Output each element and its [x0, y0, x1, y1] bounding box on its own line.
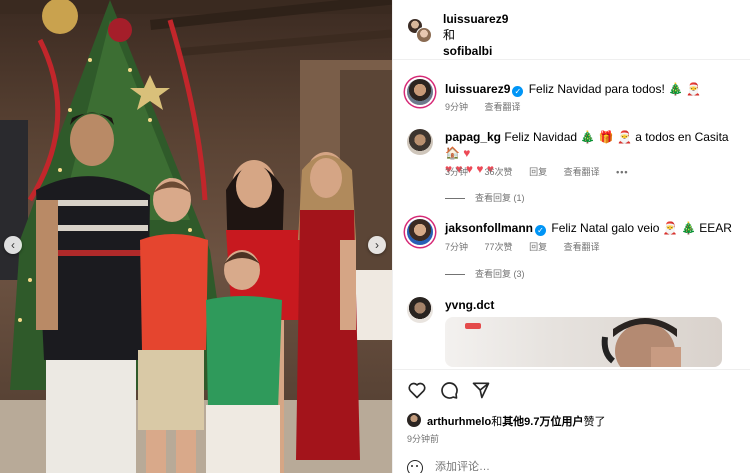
comment-time: 7分钟: [445, 242, 469, 252]
divider: [445, 274, 465, 276]
comment-input[interactable]: [435, 460, 685, 473]
add-comment-bar: [393, 460, 750, 473]
view-replies-label: 查看回复 (1): [475, 193, 525, 203]
liker-username[interactable]: arthurhmelo: [427, 416, 491, 428]
likes-joiner: 和: [491, 416, 503, 428]
heart-emoji-icon: ♥: [463, 146, 471, 160]
comment-username[interactable]: yvng.dct: [445, 298, 494, 312]
post-actions: arthurhmelo和其他9.7万位用户赞了 9分钟前: [393, 369, 750, 473]
view-replies-label: 查看回复 (3): [475, 269, 525, 279]
avatar[interactable]: [407, 219, 433, 245]
translate-button[interactable]: 查看翻译: [564, 242, 600, 252]
view-replies-button[interactable]: 查看回复 (3): [445, 267, 525, 280]
family-christmas-photo: [0, 0, 392, 473]
comment-username[interactable]: papag_kg: [445, 130, 501, 144]
avatar: [416, 27, 432, 43]
comment-text: Feliz Natal galo veio 🎅 🎄 EEAR: [551, 221, 732, 235]
translate-button[interactable]: 查看翻译: [564, 167, 600, 177]
avatar[interactable]: [407, 297, 433, 323]
previous-photo-button[interactable]: ‹: [4, 236, 22, 254]
verified-badge-icon: ✓: [535, 225, 547, 236]
collaborator-joiner: 和: [443, 28, 456, 42]
caption-username[interactable]: luissuarez9: [445, 82, 510, 96]
comment-time: 3分钟: [445, 167, 469, 177]
verified-badge-icon: ✓: [512, 86, 524, 97]
reply-button[interactable]: 回复: [529, 242, 547, 252]
avatar[interactable]: [407, 79, 433, 105]
comment-username[interactable]: jaksonfollmann: [445, 221, 533, 235]
comment-video-thumbnail[interactable]: [445, 317, 722, 367]
chevron-right-icon: ›: [375, 238, 379, 252]
likes-suffix: 赞了: [583, 416, 606, 428]
emoji-icon[interactable]: [407, 460, 423, 473]
comment-likes[interactable]: 77次赞: [485, 242, 513, 252]
next-photo-button[interactable]: ›: [368, 236, 386, 254]
caption-text: Feliz Navidad para todos! 🎄 🎅: [528, 82, 702, 96]
view-replies-button[interactable]: 查看回复 (1): [445, 191, 525, 204]
heart-icon[interactable]: [407, 380, 427, 400]
avatar[interactable]: [407, 129, 433, 155]
collaborators: luissuarez9 和 sofibalbi: [443, 11, 508, 59]
collaborator-username[interactable]: sofibalbi: [443, 44, 492, 58]
likes-others[interactable]: 其他9.7万位用户: [502, 416, 583, 428]
video-person-image: [601, 318, 681, 367]
post-details-panel: luissuarez9 和 sofibalbi luissuarez9 ✓ Fel…: [392, 0, 750, 473]
comment-icon[interactable]: [439, 380, 459, 400]
post-timestamp: 9分钟前: [407, 434, 440, 444]
chevron-left-icon: ‹: [11, 238, 15, 252]
video-badge: [465, 323, 481, 329]
likes-summary[interactable]: arthurhmelo和其他9.7万位用户赞了: [427, 413, 605, 429]
post-header: luissuarez9 和 sofibalbi: [393, 0, 750, 60]
more-options-icon[interactable]: •••: [616, 167, 628, 177]
comment-likes[interactable]: 36次赞: [485, 167, 513, 177]
divider: [445, 198, 465, 200]
collaborator-avatars[interactable]: [407, 18, 433, 44]
avatar[interactable]: [407, 413, 421, 427]
share-icon[interactable]: [471, 380, 491, 400]
translate-button[interactable]: 查看翻译: [485, 102, 521, 112]
post-photo[interactable]: ‹ ›: [0, 0, 392, 473]
reply-button[interactable]: 回复: [529, 167, 547, 177]
author-username[interactable]: luissuarez9: [443, 12, 508, 26]
caption-time: 9分钟: [445, 102, 469, 112]
